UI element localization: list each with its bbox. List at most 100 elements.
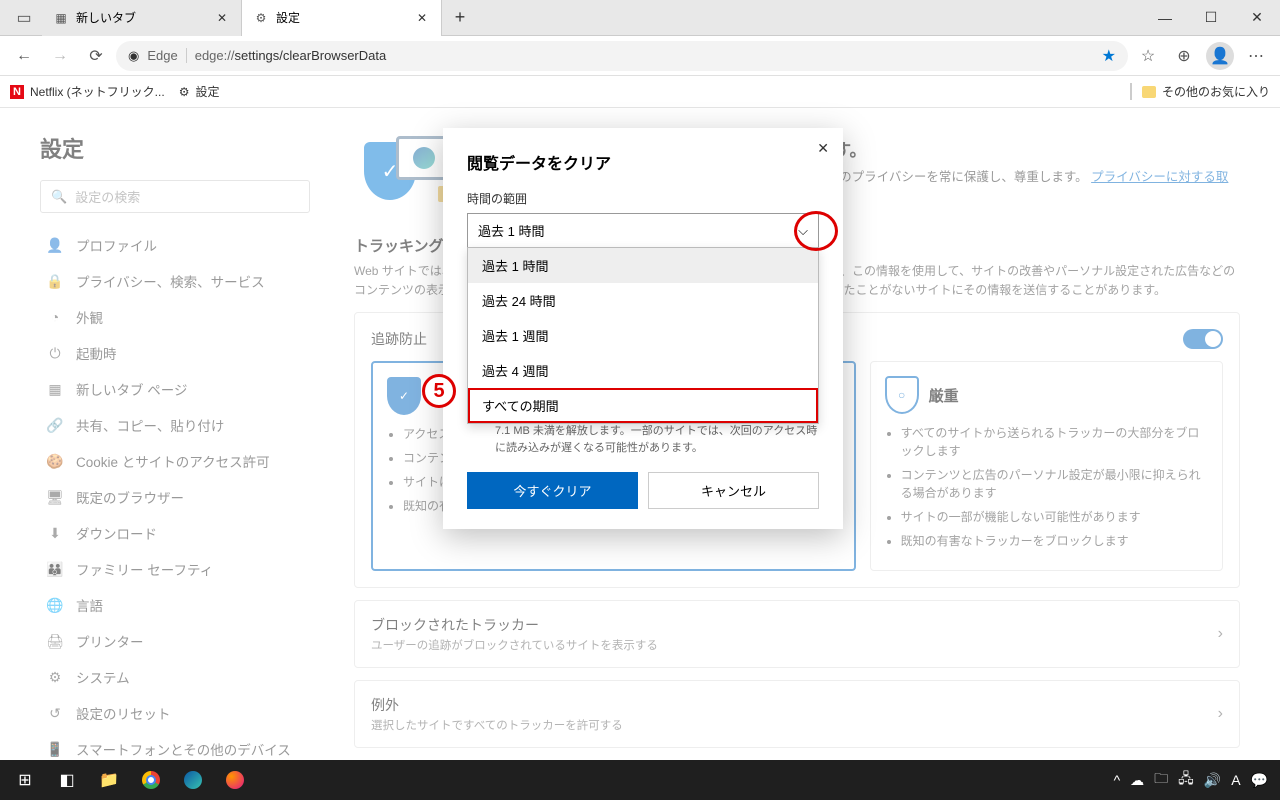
time-range-select[interactable]: 過去 1 時間 ⌵ 過去 1 時間過去 24 時間過去 1 週間過去 4 週間す…	[467, 213, 819, 248]
shield-icon: ✓	[387, 377, 421, 415]
page-title: 設定	[40, 132, 310, 164]
url-field[interactable]: ◉ Edge edge://settings/clearBrowserData …	[116, 41, 1128, 71]
sidebar-item[interactable]: 🍪Cookie とサイトのアクセス許可	[40, 443, 310, 479]
collections-button[interactable]: ⊕	[1168, 40, 1200, 72]
sidebar-item-icon: ↺	[46, 705, 64, 722]
windows-taskbar: ⊞ ◧ 📁 ^ ☁ 🗀 🖧 🔊 A 💬	[0, 760, 1280, 800]
time-range-option[interactable]: すべての期間	[468, 388, 818, 423]
sidebar-item-icon: 🍪	[46, 453, 64, 470]
menu-button[interactable]: ⋯	[1240, 40, 1272, 72]
sidebar-item[interactable]: 🖨プリンター	[40, 623, 310, 659]
tracking-toggle[interactable]	[1183, 329, 1223, 349]
sidebar-item-icon: ⬇	[46, 525, 64, 542]
sidebar-item-icon: 👤	[46, 237, 64, 254]
time-range-option[interactable]: 過去 4 週間	[468, 353, 818, 388]
back-button[interactable]: ←	[8, 40, 40, 72]
settings-sidebar: 設定 🔍 設定の検索 👤プロファイル🔒プライバシー、検索、サービス◔外観⏻起動時…	[0, 108, 330, 760]
cache-desc: 7.1 MB 未満を解放します。一部のサイトでは、次回のアクセス時に読み込みが遅…	[495, 423, 819, 456]
sidebar-item-icon: ▦	[46, 381, 64, 398]
shield-icon: ○	[885, 376, 919, 414]
sidebar-item-icon: ⚙	[46, 669, 64, 686]
tab-manager-icon[interactable]: ▭	[6, 11, 42, 25]
dialog-title: 閲覧データをクリア	[467, 150, 819, 174]
chevron-right-icon: ›	[1218, 625, 1223, 643]
url-origin-label: Edge	[147, 48, 186, 63]
sidebar-item-icon: 📱	[46, 741, 64, 758]
browser-tab-2[interactable]: ⚙ 設定 ✕	[242, 0, 442, 36]
task-view-button[interactable]: ◧	[46, 760, 88, 800]
profile-button[interactable]: 👤	[1204, 40, 1236, 72]
time-range-dropdown: 過去 1 時間過去 24 時間過去 1 週間過去 4 週間すべての期間	[467, 247, 819, 424]
blocked-trackers-row[interactable]: ブロックされたトラッカー ユーザーの追跡がブロックされているサイトを表示する ›	[354, 600, 1240, 668]
sidebar-item[interactable]: 🌐言語	[40, 587, 310, 623]
forward-button: →	[44, 40, 76, 72]
new-tab-button[interactable]: +	[442, 7, 478, 28]
sidebar-item[interactable]: ▦新しいタブ ページ	[40, 371, 310, 407]
sidebar-item[interactable]: 👤プロファイル	[40, 227, 310, 263]
tab-title: 新しいタブ	[76, 9, 207, 26]
sidebar-item-icon: 🌐	[46, 597, 64, 614]
chevron-right-icon: ›	[1218, 705, 1223, 723]
start-button[interactable]: ⊞	[4, 760, 46, 800]
notifications-icon[interactable]: 💬	[1251, 772, 1268, 789]
maximize-button[interactable]: ☐	[1188, 0, 1234, 35]
edge-logo-icon: ◉	[128, 48, 139, 64]
clear-now-button[interactable]: 今すぐクリア	[467, 472, 638, 509]
sidebar-item[interactable]: ⬇ダウンロード	[40, 515, 310, 551]
sidebar-item[interactable]: ⏻起動時	[40, 335, 310, 371]
sidebar-item[interactable]: 🔒プライバシー、検索、サービス	[40, 263, 310, 299]
other-favorites-button[interactable]: その他のお気に入り	[1130, 83, 1270, 100]
close-icon[interactable]: ✕	[215, 11, 229, 25]
explorer-button[interactable]: 📁	[88, 760, 130, 800]
address-bar: ← → ⟳ ◉ Edge edge://settings/clearBrowse…	[0, 36, 1280, 76]
time-range-option[interactable]: 過去 1 週間	[468, 318, 818, 353]
bookmark-netflix[interactable]: N Netflix (ネットフリック...	[10, 83, 165, 100]
sidebar-item[interactable]: 👪ファミリー セーフティ	[40, 551, 310, 587]
volume-icon[interactable]: 🔊	[1204, 772, 1221, 789]
network-icon[interactable]: 🖧	[1178, 768, 1194, 792]
page-icon: ▦	[54, 11, 68, 25]
sidebar-item[interactable]: ⚙システム	[40, 659, 310, 695]
gear-icon: ⚙	[254, 11, 268, 25]
browser-tab-1[interactable]: ▦ 新しいタブ ✕	[42, 0, 242, 36]
dialog-close-button[interactable]: ✕	[817, 140, 829, 157]
battery-icon[interactable]: 🗀	[1154, 768, 1168, 792]
sidebar-item[interactable]: 🖥既定のブラウザー	[40, 479, 310, 515]
sidebar-item[interactable]: ◔外観	[40, 299, 310, 335]
time-range-option[interactable]: 過去 1 時間	[468, 248, 818, 283]
sidebar-item-icon: 🔒	[46, 273, 64, 290]
edge-button[interactable]	[172, 760, 214, 800]
folder-icon	[1142, 86, 1156, 98]
chevron-down-icon: ⌵	[798, 223, 808, 239]
system-tray[interactable]: ^ ☁ 🗀 🖧 🔊 A 💬	[1114, 768, 1276, 792]
close-window-button[interactable]: ✕	[1234, 0, 1280, 35]
bookmark-settings[interactable]: ⚙ 設定	[179, 83, 220, 100]
sidebar-item-icon: ◔	[46, 309, 64, 325]
cancel-button[interactable]: キャンセル	[648, 472, 819, 509]
exceptions-row[interactable]: 例外 選択したサイトですべてのトラッカーを許可する ›	[354, 680, 1240, 748]
tracking-toggle-label: 追跡防止	[371, 329, 427, 349]
cloud-icon[interactable]: ☁	[1130, 772, 1144, 789]
bookmarks-bar: N Netflix (ネットフリック... ⚙ 設定 その他のお気に入り	[0, 76, 1280, 108]
favorite-star-icon[interactable]: ★	[1102, 46, 1116, 66]
firefox-button[interactable]	[214, 760, 256, 800]
tab-title: 設定	[276, 9, 407, 26]
chrome-button[interactable]	[130, 760, 172, 800]
sidebar-item-icon: ⏻	[46, 345, 64, 362]
gear-icon: ⚙	[179, 85, 190, 99]
sidebar-item-icon: 👪	[46, 561, 64, 578]
settings-search-input[interactable]: 🔍 設定の検索	[40, 180, 310, 213]
tracking-card-strict[interactable]: ○ 厳重 すべてのサイトから送られるトラッカーの大部分をブロックしますコンテンツ…	[870, 361, 1223, 571]
tray-chevron-icon[interactable]: ^	[1114, 772, 1121, 788]
time-range-label: 時間の範囲	[467, 190, 819, 207]
ime-indicator[interactable]: A	[1231, 772, 1240, 788]
time-range-option[interactable]: 過去 24 時間	[468, 283, 818, 318]
close-icon[interactable]: ✕	[415, 11, 429, 25]
sidebar-item-icon: 🔗	[46, 417, 64, 434]
refresh-button[interactable]: ⟳	[80, 40, 112, 72]
sidebar-item[interactable]: ↺設定のリセット	[40, 695, 310, 731]
favorites-button[interactable]: ☆	[1132, 40, 1164, 72]
minimize-button[interactable]: —	[1142, 0, 1188, 35]
sidebar-item[interactable]: 🔗共有、コピー、貼り付け	[40, 407, 310, 443]
window-titlebar: ▭ ▦ 新しいタブ ✕ ⚙ 設定 ✕ + — ☐ ✕	[0, 0, 1280, 36]
